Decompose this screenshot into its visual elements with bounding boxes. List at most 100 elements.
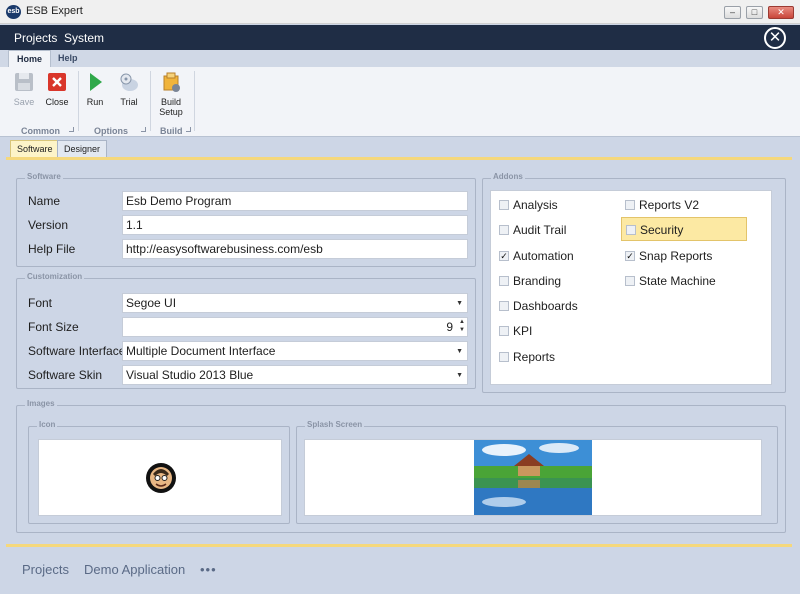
name-row: Name Esb Demo Program: [28, 191, 470, 211]
more-icon[interactable]: •••: [200, 562, 217, 577]
addon-reports[interactable]: Reports: [495, 345, 621, 369]
build-setup-button[interactable]: Build Setup: [151, 71, 191, 117]
skin-label: Software Skin: [28, 368, 103, 382]
group-separator: [150, 71, 151, 131]
customization-legend: Customization: [25, 272, 85, 281]
fontsize-label: Font Size: [28, 320, 79, 334]
ribbon-toolbar: Save Close Run Trial Build Setup Common …: [0, 67, 800, 137]
fontsize-value: 9: [446, 320, 453, 334]
addon-analysis[interactable]: Analysis: [495, 193, 621, 217]
version-input[interactable]: 1.1: [122, 215, 468, 235]
checkbox[interactable]: [625, 200, 635, 210]
fontsize-spinner[interactable]: 9 ▲ ▼: [122, 317, 468, 337]
addon-security[interactable]: Security: [621, 217, 747, 241]
addon-reports-v2[interactable]: Reports V2: [621, 193, 747, 217]
spin-arrows-icon[interactable]: ▲ ▼: [459, 318, 465, 334]
app-logo-icon: esb: [6, 5, 21, 19]
interface-value: Multiple Document Interface: [126, 344, 276, 358]
close-button[interactable]: Close: [37, 71, 77, 107]
close-window-icon[interactable]: ✕: [768, 6, 794, 19]
group-separator: [78, 71, 79, 131]
tab-home[interactable]: Home: [8, 50, 52, 67]
menu-projects[interactable]: Projects: [14, 31, 57, 45]
name-label: Name: [28, 194, 61, 208]
skin-value: Visual Studio 2013 Blue: [126, 368, 254, 382]
addon-kpi[interactable]: KPI: [495, 319, 621, 343]
addon-automation[interactable]: ✓ Automation: [495, 244, 621, 268]
checkbox[interactable]: [499, 301, 509, 311]
close-label: Close: [45, 97, 69, 107]
name-input[interactable]: Esb Demo Program: [122, 191, 468, 211]
version-row: Version 1.1: [28, 215, 470, 235]
font-select[interactable]: Segoe UI ▼: [122, 293, 468, 313]
close-red-icon: [47, 71, 67, 93]
splash-landscape-image: [474, 440, 592, 515]
close-circle-icon[interactable]: ✕: [764, 27, 786, 49]
checkbox-checked[interactable]: ✓: [499, 251, 509, 261]
addon-branding[interactable]: Branding: [495, 269, 621, 293]
font-row: Font Segoe UI ▼: [28, 293, 470, 313]
splash-image-box[interactable]: [304, 439, 762, 516]
group-expand-icon[interactable]: [69, 127, 74, 132]
group-expand-icon[interactable]: [141, 127, 146, 132]
addon-snap-reports[interactable]: ✓ Snap Reports: [621, 244, 747, 268]
trial-button[interactable]: Trial: [109, 71, 149, 107]
tab-designer[interactable]: Designer: [57, 140, 108, 158]
icon-image-box[interactable]: [38, 439, 282, 516]
addons-list: Analysis Audit Trail ✓ Automation Brandi…: [490, 190, 772, 385]
checkbox[interactable]: [499, 276, 509, 286]
window-title: ESB Expert: [26, 5, 83, 17]
skin-select[interactable]: Visual Studio 2013 Blue ▼: [122, 365, 468, 385]
app-icon-image: [146, 463, 176, 493]
helpfile-input[interactable]: http://easysoftwarebusiness.com/esb: [122, 239, 468, 259]
title-bar: esb ESB Expert – □ ✕: [0, 0, 800, 24]
accent-line: [6, 544, 792, 547]
font-label: Font: [28, 296, 53, 310]
group-label-common: Common: [21, 126, 60, 136]
tab-help[interactable]: Help: [50, 50, 86, 67]
chevron-down-icon[interactable]: ▼: [456, 295, 463, 312]
version-label: Version: [28, 218, 69, 232]
save-label: Save: [13, 97, 35, 107]
fontsize-row: Font Size 9 ▲ ▼: [28, 317, 470, 337]
tab-software[interactable]: Software: [10, 140, 60, 158]
group-expand-icon[interactable]: [186, 127, 191, 132]
images-legend: Images: [25, 399, 57, 408]
splash-legend: Splash Screen: [305, 420, 365, 429]
group-label-build: Build: [160, 126, 183, 136]
chevron-down-icon[interactable]: ▼: [456, 367, 463, 384]
addon-audit-trail[interactable]: Audit Trail: [495, 218, 621, 242]
main-content: Software Name Esb Demo Program Version 1…: [6, 160, 792, 544]
checkbox[interactable]: [626, 225, 636, 235]
run-label: Run: [86, 97, 104, 107]
ribbon-tabs: Home Help: [0, 50, 800, 67]
addon-state-machine[interactable]: State Machine: [621, 269, 747, 293]
document-tabs: Software Designer: [0, 137, 800, 158]
minimize-icon[interactable]: –: [724, 6, 741, 19]
interface-row: Software Interface Multiple Document Int…: [28, 341, 470, 361]
helpfile-row: Help File http://easysoftwarebusiness.co…: [28, 239, 470, 259]
addons-legend: Addons: [491, 172, 525, 181]
chevron-down-icon[interactable]: ▼: [456, 343, 463, 360]
checkbox[interactable]: [499, 225, 509, 235]
nav-demo-application[interactable]: Demo Application: [84, 562, 185, 577]
checkbox[interactable]: [499, 200, 509, 210]
maximize-icon[interactable]: □: [746, 6, 763, 19]
checkbox[interactable]: [625, 276, 635, 286]
skin-row: Software Skin Visual Studio 2013 Blue ▼: [28, 365, 470, 385]
build-box-icon: [161, 71, 181, 93]
menu-system[interactable]: System: [64, 31, 104, 45]
checkbox-checked[interactable]: ✓: [625, 251, 635, 261]
interface-select[interactable]: Multiple Document Interface ▼: [122, 341, 468, 361]
checkbox[interactable]: [499, 352, 509, 362]
software-legend: Software: [25, 172, 63, 181]
interface-label: Software Interface: [28, 344, 126, 358]
addon-dashboards[interactable]: Dashboards: [495, 294, 621, 318]
nav-projects[interactable]: Projects: [22, 562, 69, 577]
group-separator: [194, 71, 195, 131]
helpfile-label: Help File: [28, 242, 76, 256]
menu-bar: Projects System ✕: [0, 25, 800, 50]
floppy-disk-icon: [14, 71, 34, 93]
group-label-options: Options: [94, 126, 128, 136]
checkbox[interactable]: [499, 326, 509, 336]
